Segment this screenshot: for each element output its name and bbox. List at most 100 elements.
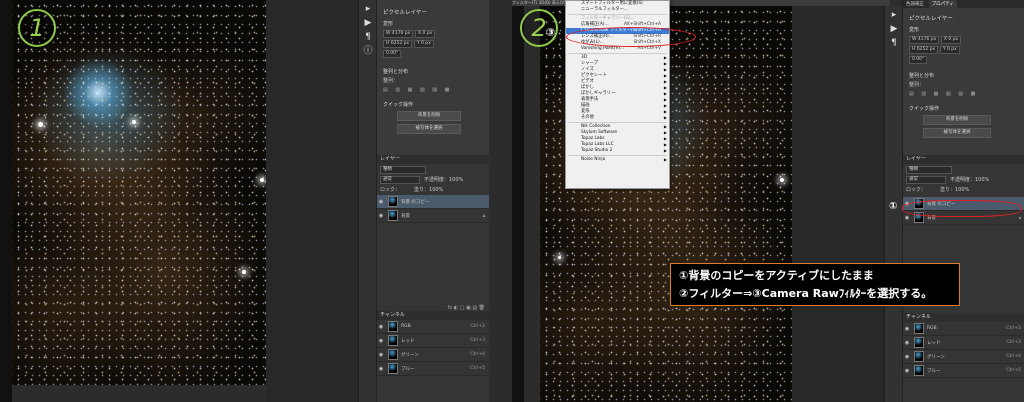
history-icon[interactable]: ▸ bbox=[363, 4, 373, 14]
transform-header: 変形 bbox=[909, 27, 920, 33]
y-field[interactable]: Y 0 px bbox=[413, 40, 434, 48]
menu-item-label: Nik Collection bbox=[581, 124, 611, 129]
fill-control[interactable]: 塗り：100% bbox=[940, 186, 969, 193]
menu-item[interactable]: その他 ▶ bbox=[566, 115, 669, 121]
eye-icon[interactable]: ◉ bbox=[903, 340, 911, 346]
tab-properties[interactable]: プロパティ bbox=[928, 0, 957, 8]
step-number-badge: 1 bbox=[18, 9, 56, 47]
channels-header: チャンネル bbox=[377, 311, 489, 320]
align-icons[interactable]: ▤ ▥ ▦ ▧ ▨ ▩ bbox=[383, 87, 489, 93]
menu-item[interactable]: Topaz Studio 2 ▶ bbox=[566, 148, 669, 154]
layers-header: レイヤー bbox=[377, 155, 489, 164]
select-subject-button[interactable]: 被写体を選択 bbox=[397, 124, 461, 134]
select-subject-button[interactable]: 被写体を選択 bbox=[923, 128, 991, 138]
menu-item-label: 描画 bbox=[581, 103, 590, 108]
width-field[interactable]: W 4176 px bbox=[909, 36, 940, 44]
channel-thumbnail bbox=[388, 349, 398, 360]
properties-title: ピクセルレイヤー bbox=[383, 10, 427, 16]
blend-mode-select[interactable]: 通常 bbox=[380, 176, 420, 184]
fill-control[interactable]: 塗り：100% bbox=[414, 186, 443, 193]
panel-iconbar: ▸ ▶ ¶ ⓘ bbox=[358, 0, 377, 402]
menu-item[interactable]: Vanishing Point(V)... Alt+Ctrl+V bbox=[566, 46, 669, 52]
eye-icon[interactable]: ◉ bbox=[377, 338, 385, 344]
eye-icon[interactable]: ◉ bbox=[377, 352, 385, 358]
layer-filter-kind[interactable]: 種類 bbox=[380, 166, 426, 174]
menu-item-label: ピクセレート bbox=[581, 73, 607, 78]
quick-actions-header: クイック操作 bbox=[909, 106, 940, 112]
step-3-marker: ③ bbox=[546, 26, 556, 39]
nebula-image-canvas[interactable] bbox=[12, 0, 266, 385]
eye-icon[interactable]: ◉ bbox=[377, 213, 385, 219]
menu-item-label: Noise Ninja bbox=[581, 157, 606, 162]
height-field[interactable]: H 6252 px bbox=[383, 40, 413, 48]
layer-row-background-copy[interactable]: ◉ 背景 のコピー bbox=[377, 195, 489, 209]
channel-row-rgb[interactable]: ◉ RGB Ctrl+2 bbox=[903, 322, 1024, 336]
align-header: 整列と分布 bbox=[383, 69, 409, 75]
angle-field[interactable]: 0.00° bbox=[909, 56, 928, 64]
menu-item-label: 3D bbox=[581, 55, 588, 60]
layer-filter-kind[interactable]: 種類 bbox=[906, 166, 952, 174]
width-field[interactable]: W 4176 px bbox=[383, 30, 414, 38]
blend-mode-select[interactable]: 通常 bbox=[906, 176, 946, 184]
menu-separator bbox=[568, 155, 667, 156]
channel-row-green[interactable]: ◉ グリーン Ctrl+4 bbox=[903, 350, 1024, 364]
camera-raw-highlight-ring bbox=[566, 27, 696, 47]
history-icon[interactable]: ▸ bbox=[889, 10, 899, 20]
align-header: 整列と分布 bbox=[909, 73, 935, 79]
layers-panel: レイヤー 種類 通常 不透明度：100% ロック： 塗り：100% ◉ 背景 の… bbox=[376, 155, 489, 305]
remove-background-button[interactable]: 背景を削除 bbox=[397, 111, 461, 121]
info-icon[interactable]: ⓘ bbox=[363, 46, 373, 56]
channel-thumbnail bbox=[388, 363, 398, 374]
channel-name: グリーン bbox=[401, 352, 419, 358]
opacity-control[interactable]: 不透明度：100% bbox=[950, 176, 989, 184]
play-icon[interactable]: ▶ bbox=[363, 18, 373, 28]
channel-row-blue[interactable]: ◉ ブルー Ctrl+5 bbox=[377, 362, 489, 376]
height-field[interactable]: H 6252 px bbox=[909, 46, 939, 54]
y-field[interactable]: Y 0 px bbox=[939, 46, 960, 54]
x-field[interactable]: X 0 px bbox=[414, 30, 436, 38]
lock-label: ロック： bbox=[380, 187, 401, 193]
layer-row-background[interactable]: ◉ 背景 🔒︎ bbox=[377, 209, 489, 223]
angle-field[interactable]: 0.00° bbox=[383, 50, 402, 58]
menu-item-label: Topaz Studio 2 bbox=[581, 148, 613, 153]
layer-thumbnail bbox=[388, 210, 398, 221]
channel-row-blue[interactable]: ◉ ブルー Ctrl+5 bbox=[903, 364, 1024, 378]
channel-thumbnail bbox=[914, 323, 924, 334]
eye-icon[interactable]: ◉ bbox=[377, 199, 385, 205]
channel-row-red[interactable]: ◉ レッド Ctrl+3 bbox=[903, 336, 1024, 350]
channel-row-green[interactable]: ◉ グリーン Ctrl+4 bbox=[377, 348, 489, 362]
tab-adjustments[interactable]: 色調補正 bbox=[903, 0, 927, 8]
left-edge bbox=[512, 0, 524, 402]
left-edge bbox=[0, 0, 12, 402]
eye-icon[interactable]: ◉ bbox=[903, 215, 911, 221]
align-sub-label: 整列： bbox=[383, 78, 399, 84]
channel-thumbnail bbox=[914, 365, 924, 376]
eye-icon[interactable]: ◉ bbox=[377, 366, 385, 372]
menu-item[interactable]: ニューラルフィルター... bbox=[566, 7, 669, 13]
menu-item-shortcut: Alt+Ctrl+V bbox=[637, 46, 661, 51]
remove-background-button[interactable]: 背景を削除 bbox=[923, 115, 991, 125]
eye-icon[interactable]: ◉ bbox=[377, 324, 385, 330]
channel-row-rgb[interactable]: ◉ RGB Ctrl+2 bbox=[377, 320, 489, 334]
layer-thumbnail bbox=[388, 196, 398, 207]
paragraph-icon[interactable]: ¶ bbox=[889, 38, 899, 48]
submenu-arrow-icon: ▶ bbox=[663, 115, 667, 120]
opacity-control[interactable]: 不透明度：100% bbox=[424, 176, 463, 184]
eye-icon[interactable]: ◉ bbox=[903, 326, 911, 332]
x-field[interactable]: X 0 px bbox=[940, 36, 962, 44]
menu-item[interactable]: Noise Ninja ▶ bbox=[566, 157, 669, 163]
menu-item-label: フィルターギャラリー(G)... bbox=[581, 16, 635, 21]
channel-row-red[interactable]: ◉ レッド Ctrl+3 bbox=[377, 334, 489, 348]
channel-shortcut: Ctrl+3 bbox=[470, 338, 485, 343]
menu-item-label: ぼかしギャラリー bbox=[581, 91, 616, 96]
menu-item-label: ビデオ bbox=[581, 79, 594, 84]
paragraph-icon[interactable]: ¶ bbox=[363, 32, 373, 42]
transform-header: 変形 bbox=[383, 21, 394, 27]
eye-icon[interactable]: ◉ bbox=[903, 354, 911, 360]
eye-icon[interactable]: ◉ bbox=[903, 368, 911, 374]
canvas-background bbox=[792, 6, 884, 402]
properties-title: ピクセルレイヤー bbox=[909, 16, 953, 22]
align-sub-label: 整列： bbox=[909, 82, 925, 88]
play-icon[interactable]: ▶ bbox=[889, 24, 899, 34]
align-icons[interactable]: ▤ ▥ ▦ ▧ ▨ ▩ bbox=[909, 91, 1024, 97]
